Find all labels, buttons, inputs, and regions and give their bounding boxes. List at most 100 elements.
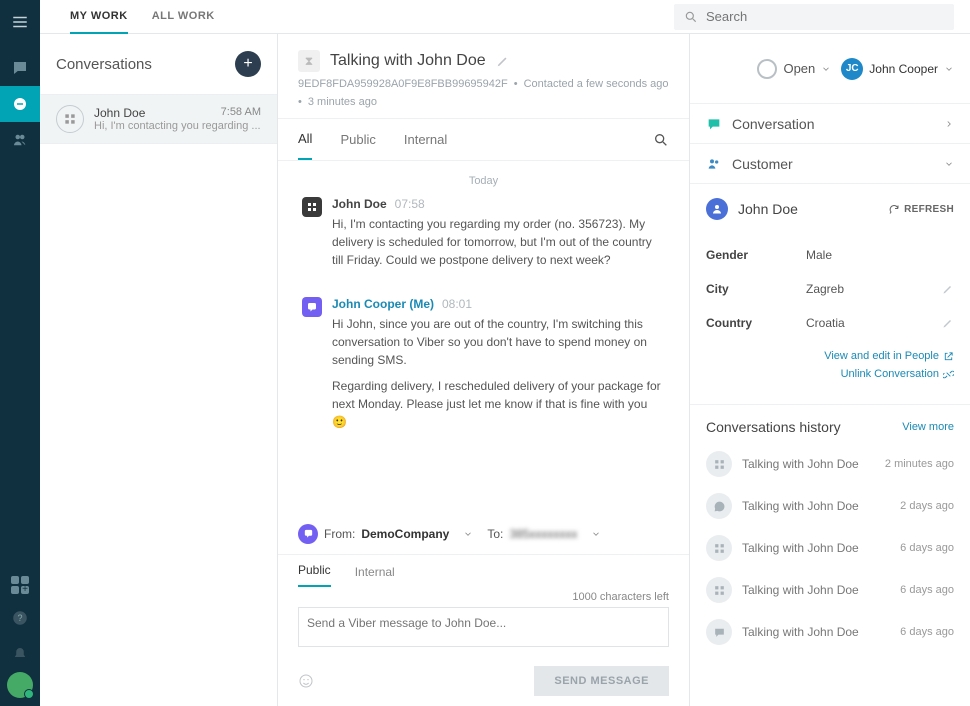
chat-duration: 3 minutes ago <box>308 96 377 108</box>
message-input[interactable] <box>298 607 669 647</box>
chat-tab-public[interactable]: Public <box>340 120 375 159</box>
edit-icon[interactable] <box>942 283 954 295</box>
svg-text:?: ? <box>17 613 22 623</box>
refresh-icon <box>888 203 900 215</box>
channel-icon <box>706 535 732 561</box>
agent-badge: JC <box>841 58 863 80</box>
conversations-icon[interactable] <box>0 86 40 122</box>
from-value[interactable]: DemoCompany <box>361 527 449 541</box>
send-button[interactable]: SEND MESSAGE <box>534 666 669 696</box>
history-item[interactable]: Talking with John Doe 2 minutes ago <box>690 443 970 485</box>
history-text: Talking with John Doe <box>742 457 875 471</box>
composer-from-row: From: DemoCompany To: 385xxxxxxxx <box>278 513 689 555</box>
emoji-icon[interactable] <box>298 673 314 689</box>
history-time: 6 days ago <box>900 584 954 596</box>
customer-name: John Doe <box>738 201 888 217</box>
history-time: 2 minutes ago <box>885 458 954 470</box>
message-sender: John Doe <box>332 197 387 211</box>
conversations-title: Conversations <box>56 56 152 73</box>
history-item[interactable]: Talking with John Doe 6 days ago <box>690 611 970 653</box>
history-title: Conversations history <box>706 419 841 435</box>
help-icon[interactable]: ? <box>0 600 40 636</box>
history-time: 2 days ago <box>900 500 954 512</box>
chat-title: Talking with John Doe <box>330 52 486 70</box>
conversation-name: John Doe <box>94 106 145 120</box>
search-icon <box>684 10 698 24</box>
topbar: MY WORK ALL WORK <box>40 0 970 34</box>
channel-icon <box>706 493 732 519</box>
user-avatar[interactable] <box>7 672 33 698</box>
search-input-wrap[interactable] <box>674 4 954 30</box>
channel-icon <box>706 451 732 477</box>
message-text: Hi, I'm contacting you regarding my orde… <box>332 215 665 269</box>
chat-panel: ⧗ Talking with John Doe 9EDF8FDA959928A0… <box>278 34 690 706</box>
viber-icon <box>298 524 318 544</box>
to-label: To: <box>487 527 503 541</box>
field-country: Country Croatia <box>706 306 954 340</box>
tab-all-work[interactable]: ALL WORK <box>152 0 215 34</box>
message: John Cooper (Me)08:01 Hi John, since you… <box>302 297 665 439</box>
from-label: From: <box>324 527 355 541</box>
link-view-people[interactable]: View and edit in People <box>706 350 954 362</box>
sms-icon <box>302 197 322 217</box>
to-value[interactable]: 385xxxxxxxx <box>509 527 577 541</box>
chevron-down-icon <box>944 64 954 74</box>
history-item[interactable]: Talking with John Doe 6 days ago <box>690 569 970 611</box>
conversation-preview: Hi, I'm contacting you regarding ... <box>94 120 261 132</box>
customer-icon <box>706 156 722 172</box>
composer-tab-public[interactable]: Public <box>298 555 331 587</box>
chat-tab-all[interactable]: All <box>298 119 312 160</box>
message-text: Regarding delivery, I rescheduled delive… <box>332 377 665 431</box>
external-link-icon <box>943 351 954 362</box>
unlink-icon <box>943 369 954 380</box>
chevron-down-icon[interactable] <box>591 529 601 539</box>
section-customer[interactable]: Customer <box>690 144 970 184</box>
channel-icon <box>706 619 732 645</box>
status-open-icon <box>757 59 777 79</box>
chat-tab-internal[interactable]: Internal <box>404 120 447 159</box>
edit-icon[interactable] <box>942 317 954 329</box>
add-conversation-button[interactable]: + <box>235 51 261 77</box>
chevron-right-icon <box>944 119 954 129</box>
message-text: Hi John, since you are out of the countr… <box>332 315 665 369</box>
tab-my-work[interactable]: MY WORK <box>70 0 128 34</box>
left-rail: + ? <box>0 0 40 706</box>
analytics-icon[interactable] <box>0 158 40 194</box>
history-item[interactable]: Talking with John Doe6 days ago <box>690 527 970 569</box>
status-text: Open <box>783 61 815 76</box>
edit-title-icon[interactable] <box>496 54 510 68</box>
history-view-more[interactable]: View more <box>902 421 954 433</box>
hamburger-icon[interactable] <box>0 4 40 40</box>
refresh-button[interactable]: REFRESH <box>888 203 954 215</box>
chevron-down-icon <box>944 159 954 169</box>
chevron-down-icon <box>821 64 831 74</box>
history-text: Talking with John Doe <box>742 583 890 597</box>
history-time: 6 days ago <box>900 626 954 638</box>
agent-dropdown[interactable]: JC John Cooper <box>841 58 954 80</box>
apps-icon[interactable]: + <box>11 576 29 594</box>
link-unlink-conversation[interactable]: Unlink Conversation <box>706 368 954 380</box>
agent-name: John Cooper <box>869 62 938 76</box>
comment-icon[interactable] <box>0 50 40 86</box>
search-messages-icon[interactable] <box>653 132 669 148</box>
field-city: City Zagreb <box>706 272 954 306</box>
notification-icon[interactable] <box>0 636 40 672</box>
search-input[interactable] <box>706 9 944 24</box>
grid-icon <box>56 105 84 133</box>
history-text: Talking with John Doe <box>742 499 890 513</box>
info-panel: Open JC John Cooper Conversation <box>690 34 970 706</box>
section-conversation[interactable]: Conversation <box>690 104 970 144</box>
channel-icon <box>706 577 732 603</box>
conversation-item[interactable]: John Doe 7:58 AM Hi, I'm contacting you … <box>40 94 277 144</box>
status-dropdown[interactable]: Open <box>757 59 831 79</box>
viber-icon <box>302 297 322 317</box>
conversations-panel: Conversations + John Doe 7:58 AM Hi, I'm… <box>40 34 278 706</box>
people-icon[interactable] <box>0 122 40 158</box>
history-text: Talking with John Doe <box>742 625 890 639</box>
hourglass-icon: ⧗ <box>298 50 320 72</box>
field-gender: Gender Male <box>706 238 954 272</box>
characters-left: 1000 characters left <box>278 587 689 607</box>
history-item[interactable]: Talking with John Doe 2 days ago <box>690 485 970 527</box>
chevron-down-icon[interactable] <box>463 529 473 539</box>
composer-tab-internal[interactable]: Internal <box>355 557 395 587</box>
